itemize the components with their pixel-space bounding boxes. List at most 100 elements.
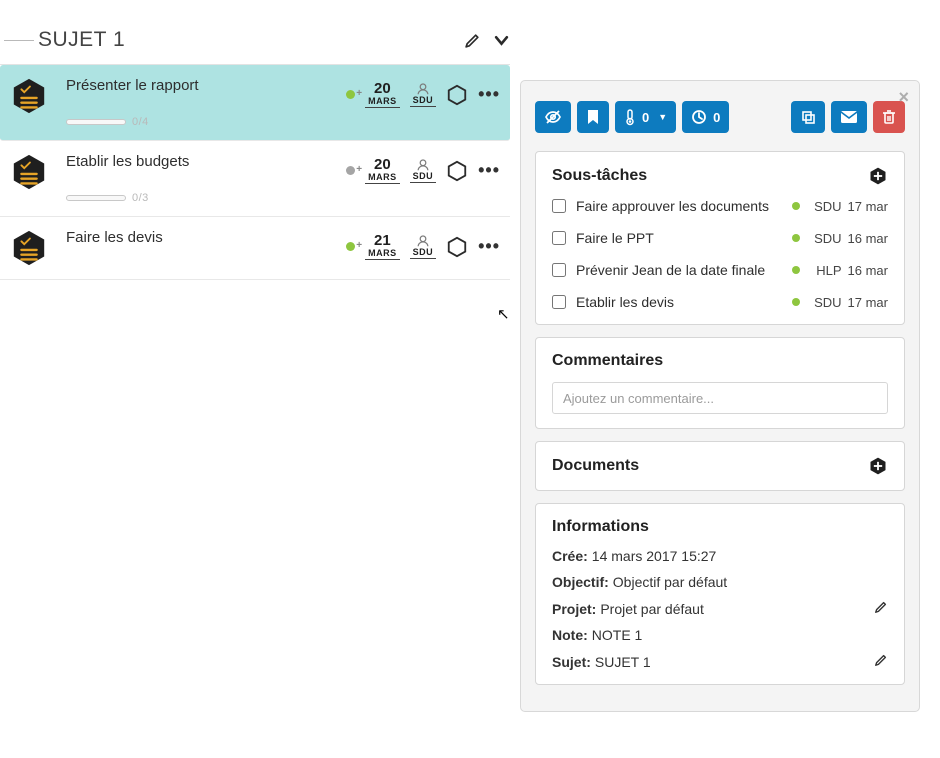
task-date[interactable]: 20 MARS xyxy=(365,81,400,108)
temperature-value: 0 xyxy=(642,110,649,125)
subtask-status-dot xyxy=(792,266,800,274)
subtask-row[interactable]: Faire approuver les documents SDU 17 mar xyxy=(552,198,888,214)
temperature-button[interactable]: 0 ▼ xyxy=(615,101,676,133)
subtask-date: 16 mar xyxy=(848,263,888,278)
task-date-day: 20 xyxy=(368,157,397,173)
task-date[interactable]: 21 MARS xyxy=(365,233,400,260)
subtasks-section: Sous-tâches Faire approuver les document… xyxy=(535,151,905,325)
cursor-icon: ↖︎ xyxy=(497,305,510,323)
task-date-month: MARS xyxy=(368,173,397,182)
info-created-value: 14 mars 2017 15:27 xyxy=(592,548,888,564)
info-project-value: Projet par défaut xyxy=(600,601,874,617)
task-shape-icon[interactable] xyxy=(446,84,468,106)
task-assignee-label: SDU xyxy=(413,96,434,105)
edit-subject-icon[interactable] xyxy=(874,653,888,670)
subtasks-title: Sous-tâches xyxy=(552,167,647,185)
person-icon xyxy=(415,234,431,248)
edit-project-icon[interactable] xyxy=(874,600,888,617)
task-date[interactable]: 20 MARS xyxy=(365,157,400,184)
subtask-label: Faire le PPT xyxy=(576,230,792,246)
task-menu-icon[interactable]: ••• xyxy=(478,160,500,181)
comment-input[interactable] xyxy=(552,382,888,414)
task-progress-text: 0/4 xyxy=(132,116,149,128)
subtask-checkbox[interactable] xyxy=(552,295,566,309)
subtask-status-dot xyxy=(792,202,800,210)
copy-button[interactable] xyxy=(791,101,825,133)
info-subject-label: Sujet: xyxy=(552,654,591,670)
task-shape-icon[interactable] xyxy=(446,236,468,258)
info-subject-value: SUJET 1 xyxy=(595,654,874,670)
subtask-assignee: HLP xyxy=(808,263,842,278)
subtask-label: Etablir les devis xyxy=(576,294,792,310)
subject-collapse-icon[interactable] xyxy=(493,32,510,49)
subtask-assignee: SDU xyxy=(808,199,842,214)
task-progress-bar xyxy=(66,119,126,125)
hide-button[interactable] xyxy=(535,101,571,133)
task-type-icon xyxy=(10,77,48,115)
documents-title: Documents xyxy=(552,457,639,475)
subtask-assignee: SDU xyxy=(808,231,842,246)
info-section: Informations Crée: 14 mars 2017 15:27 Ob… xyxy=(535,503,905,685)
task-row[interactable]: Faire les devis + 21 MARS SDU ••• xyxy=(0,217,510,280)
mail-button[interactable] xyxy=(831,101,867,133)
panel-toolbar: 0 ▼ 0 xyxy=(535,101,905,133)
task-menu-icon[interactable]: ••• xyxy=(478,236,500,257)
task-status-dot[interactable]: + xyxy=(346,90,355,99)
task-date-month: MARS xyxy=(368,249,397,258)
clock-value: 0 xyxy=(713,110,720,125)
bookmark-button[interactable] xyxy=(577,101,609,133)
task-date-month: MARS xyxy=(368,97,397,106)
task-status-dot[interactable]: + xyxy=(346,166,355,175)
task-date-day: 21 xyxy=(368,233,397,249)
subtask-row[interactable]: Etablir les devis SDU 17 mar xyxy=(552,294,888,310)
subtask-checkbox[interactable] xyxy=(552,263,566,277)
info-note-value: NOTE 1 xyxy=(592,627,888,643)
subtask-row[interactable]: Prévenir Jean de la date finale HLP 16 m… xyxy=(552,262,888,278)
subtask-assignee: SDU xyxy=(808,295,842,310)
subtask-date: 17 mar xyxy=(848,199,888,214)
info-note: Note: NOTE 1 xyxy=(552,627,888,643)
subtask-status-dot xyxy=(792,298,800,306)
close-icon[interactable]: × xyxy=(898,87,909,108)
subtask-status-dot xyxy=(792,234,800,242)
info-objective-value: Objectif par défaut xyxy=(613,574,888,590)
comments-section: Commentaires xyxy=(535,337,905,429)
subject-header: SUJET 1 xyxy=(0,28,510,65)
divider xyxy=(4,40,34,41)
subject-edit-icon[interactable] xyxy=(464,32,481,49)
task-menu-icon[interactable]: ••• xyxy=(478,84,500,105)
person-icon xyxy=(415,158,431,172)
info-created-label: Crée: xyxy=(552,548,588,564)
task-row[interactable]: Présenter le rapport 0/4 + 20 MARS SDU •… xyxy=(0,65,510,141)
info-note-label: Note: xyxy=(552,627,588,643)
info-title: Informations xyxy=(552,518,649,536)
task-assignee[interactable]: SDU xyxy=(410,82,437,107)
subtask-date: 16 mar xyxy=(848,231,888,246)
task-progress-text: 0/3 xyxy=(132,192,149,204)
info-subject: Sujet: SUJET 1 xyxy=(552,653,888,670)
add-document-icon[interactable] xyxy=(868,456,888,476)
info-project: Projet: Projet par défaut xyxy=(552,600,888,617)
info-created: Crée: 14 mars 2017 15:27 xyxy=(552,548,888,564)
subtask-checkbox[interactable] xyxy=(552,231,566,245)
task-assignee-label: SDU xyxy=(413,248,434,257)
clock-button[interactable]: 0 xyxy=(682,101,729,133)
subtask-label: Prévenir Jean de la date finale xyxy=(576,262,792,278)
task-status-dot[interactable]: + xyxy=(346,242,355,251)
task-type-icon xyxy=(10,153,48,191)
task-assignee-label: SDU xyxy=(413,172,434,181)
subtask-row[interactable]: Faire le PPT SDU 16 mar xyxy=(552,230,888,246)
info-objective-label: Objectif: xyxy=(552,574,609,590)
task-assignee[interactable]: SDU xyxy=(410,158,437,183)
info-project-label: Projet: xyxy=(552,601,596,617)
subject-title: SUJET 1 xyxy=(38,28,452,52)
task-assignee[interactable]: SDU xyxy=(410,234,437,259)
add-subtask-icon[interactable] xyxy=(868,166,888,186)
info-objective: Objectif: Objectif par défaut xyxy=(552,574,888,590)
task-progress-bar xyxy=(66,195,126,201)
task-shape-icon[interactable] xyxy=(446,160,468,182)
task-type-icon xyxy=(10,229,48,267)
subtask-checkbox[interactable] xyxy=(552,199,566,213)
comments-title: Commentaires xyxy=(552,352,663,370)
task-row[interactable]: Etablir les budgets 0/3 + 20 MARS SDU ••… xyxy=(0,141,510,217)
